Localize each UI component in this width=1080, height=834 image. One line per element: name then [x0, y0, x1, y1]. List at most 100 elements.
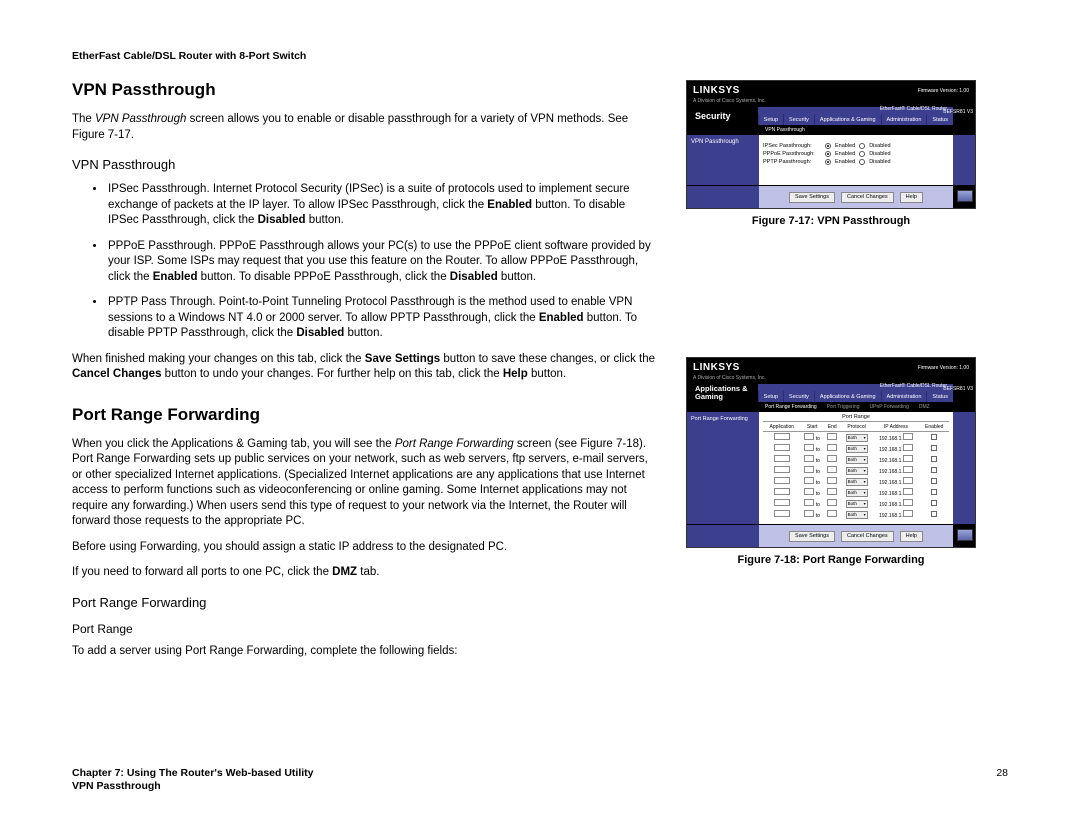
- ip-input[interactable]: [903, 488, 913, 495]
- text-bold: Disabled: [450, 271, 498, 283]
- end-input[interactable]: [827, 488, 837, 495]
- ip-input[interactable]: [903, 444, 913, 451]
- tab-security[interactable]: Security: [783, 114, 814, 125]
- rs-topbar: LINKSYS Firmware Version: 1.00: [687, 358, 975, 375]
- end-input[interactable]: [827, 499, 837, 506]
- start-input[interactable]: [804, 433, 814, 440]
- end-input[interactable]: [827, 444, 837, 451]
- start-input[interactable]: [804, 466, 814, 473]
- ip-input[interactable]: [903, 499, 913, 506]
- app-input[interactable]: [774, 510, 790, 517]
- radio-label: Disabled: [869, 151, 890, 157]
- radio-enabled[interactable]: [825, 151, 831, 157]
- protocol-select[interactable]: Both: [846, 478, 868, 486]
- ip-input[interactable]: [903, 455, 913, 462]
- tab-status[interactable]: Status: [926, 114, 953, 125]
- setting-row: IPSec Passthrough:EnabledDisabled: [763, 143, 949, 149]
- save-button[interactable]: Save Settings: [789, 531, 835, 542]
- radio-label: Disabled: [869, 143, 890, 149]
- cisco-logo-icon: [957, 529, 973, 541]
- radio-disabled[interactable]: [859, 159, 865, 165]
- radio-enabled[interactable]: [825, 159, 831, 165]
- app-input[interactable]: [774, 488, 790, 495]
- end-input[interactable]: [827, 477, 837, 484]
- radio-label: Enabled: [835, 159, 855, 165]
- protocol-select[interactable]: Both: [846, 434, 868, 442]
- start-input[interactable]: [804, 444, 814, 451]
- text: screen (see Figure 7-18). Port Range For…: [72, 438, 648, 528]
- enabled-checkbox[interactable]: [931, 445, 937, 451]
- enabled-checkbox[interactable]: [931, 511, 937, 517]
- protocol-select[interactable]: Both: [846, 445, 868, 453]
- ip-input[interactable]: [903, 510, 913, 517]
- cancel-button[interactable]: Cancel Changes: [841, 192, 894, 203]
- setting-row: PPPoE Passthrough:EnabledDisabled: [763, 151, 949, 157]
- protocol-select[interactable]: Both: [846, 467, 868, 475]
- protocol-select[interactable]: Both: [846, 456, 868, 464]
- enabled-checkbox[interactable]: [931, 467, 937, 473]
- text-bold: Enabled: [539, 312, 584, 324]
- text-bold: Help: [503, 368, 528, 380]
- setting-label: PPTP Passthrough:: [763, 159, 821, 165]
- end-input[interactable]: [827, 433, 837, 440]
- text-italic: VPN Passthrough: [95, 113, 186, 125]
- prf-p2: Before using Forwarding, you should assi…: [72, 540, 658, 556]
- app-input[interactable]: [774, 477, 790, 484]
- end-input[interactable]: [827, 455, 837, 462]
- tab-apps-gaming[interactable]: Applications & Gaming: [814, 391, 881, 402]
- subtab-prf[interactable]: Port Range Forwarding: [765, 404, 817, 410]
- ip-input[interactable]: [903, 477, 913, 484]
- enabled-checkbox[interactable]: [931, 500, 937, 506]
- list-item: PPPoE Passthrough. PPPoE Passthrough all…: [106, 239, 658, 286]
- tab-admin[interactable]: Administration: [881, 391, 927, 402]
- start-input[interactable]: [804, 477, 814, 484]
- app-input[interactable]: [774, 466, 790, 473]
- start-input[interactable]: [804, 455, 814, 462]
- tab-status[interactable]: Status: [926, 391, 953, 402]
- app-input[interactable]: [774, 433, 790, 440]
- enabled-checkbox[interactable]: [931, 434, 937, 440]
- text-bold: Enabled: [487, 199, 532, 211]
- help-button[interactable]: Help: [900, 531, 923, 542]
- subtab-vpn[interactable]: VPN Passthrough: [765, 127, 805, 133]
- end-input[interactable]: [827, 466, 837, 473]
- app-input[interactable]: [774, 455, 790, 462]
- ip-input[interactable]: [903, 466, 913, 473]
- rs-footer: Save Settings Cancel Changes Help: [687, 185, 975, 208]
- radio-disabled[interactable]: [859, 143, 865, 149]
- ip-input[interactable]: [903, 433, 913, 440]
- tab-apps-gaming[interactable]: Applications & Gaming: [814, 114, 881, 125]
- end-input[interactable]: [827, 510, 837, 517]
- tab-setup[interactable]: Setup: [758, 391, 783, 402]
- enabled-checkbox[interactable]: [931, 456, 937, 462]
- text: button.: [528, 368, 566, 380]
- tab-security[interactable]: Security: [783, 391, 814, 402]
- protocol-select[interactable]: Both: [846, 511, 868, 519]
- subtab-dmz[interactable]: DMZ: [919, 404, 930, 410]
- start-input[interactable]: [804, 488, 814, 495]
- tab-setup[interactable]: Setup: [758, 114, 783, 125]
- protocol-select[interactable]: Both: [846, 500, 868, 508]
- radio-enabled[interactable]: [825, 143, 831, 149]
- enabled-checkbox[interactable]: [931, 478, 937, 484]
- text: to: [816, 447, 820, 453]
- text: button to undo your changes. For further…: [161, 368, 502, 380]
- enabled-checkbox[interactable]: [931, 489, 937, 495]
- side-label: Port Range Forwarding: [687, 412, 759, 524]
- prf-p1: When you click the Applications & Gaming…: [72, 437, 658, 530]
- protocol-select[interactable]: Both: [846, 489, 868, 497]
- radio-disabled[interactable]: [859, 151, 865, 157]
- help-button[interactable]: Help: [900, 192, 923, 203]
- footer-buttons: Save Settings Cancel Changes Help: [759, 186, 975, 208]
- start-input[interactable]: [804, 499, 814, 506]
- setting-label: IPSec Passthrough:: [763, 143, 821, 149]
- tab-admin[interactable]: Administration: [881, 114, 927, 125]
- subtab-upnp[interactable]: UPnP Forwarding: [870, 404, 909, 410]
- text-bold: Cancel Changes: [72, 368, 161, 380]
- save-button[interactable]: Save Settings: [789, 192, 835, 203]
- subtab-pt[interactable]: Port Triggering: [827, 404, 860, 410]
- app-input[interactable]: [774, 444, 790, 451]
- cancel-button[interactable]: Cancel Changes: [841, 531, 894, 542]
- app-input[interactable]: [774, 499, 790, 506]
- start-input[interactable]: [804, 510, 814, 517]
